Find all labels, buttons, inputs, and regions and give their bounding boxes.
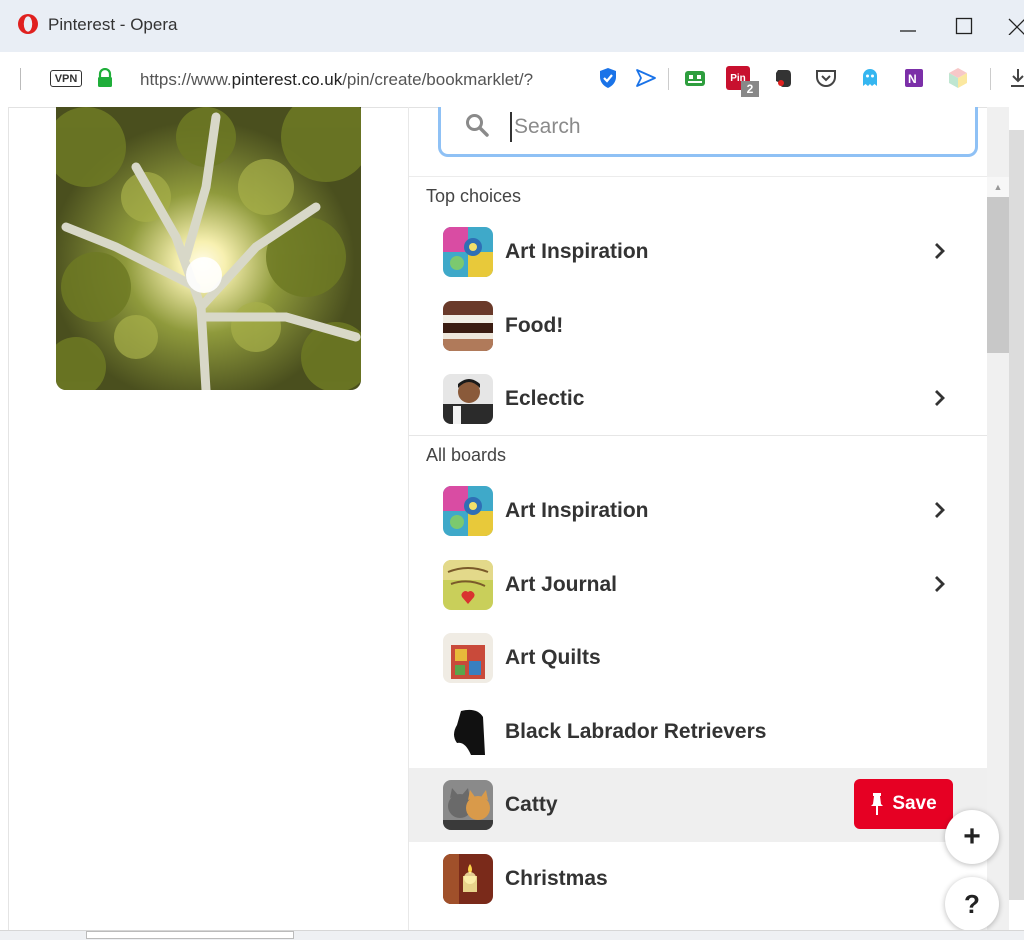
toolbar-separator bbox=[990, 68, 991, 90]
close-button[interactable] bbox=[996, 6, 1024, 46]
url-path: /pin/create/bookmarklet/? bbox=[342, 70, 534, 89]
url-prefix: https://www. bbox=[140, 70, 232, 89]
window-title: Pinterest - Opera bbox=[48, 15, 178, 34]
board-thumbnail bbox=[443, 854, 493, 904]
board-row-eclectic[interactable]: Eclectic bbox=[409, 362, 987, 436]
minimize-button[interactable] bbox=[888, 6, 928, 46]
board-row-black-labrador-retrievers[interactable]: Black Labrador Retrievers bbox=[409, 695, 987, 769]
board-thumbnail bbox=[443, 560, 493, 610]
scroll-up-arrow-icon[interactable]: ▲ bbox=[987, 177, 1009, 197]
onenote-icon[interactable]: N bbox=[902, 66, 926, 90]
window-left-edge bbox=[0, 107, 9, 939]
download-icon[interactable] bbox=[1008, 66, 1024, 90]
board-list-scroll-thumb[interactable] bbox=[987, 197, 1009, 353]
robot-extension-icon[interactable] bbox=[683, 66, 707, 90]
evernote-icon[interactable] bbox=[772, 66, 796, 90]
maximize-button[interactable] bbox=[944, 6, 984, 46]
board-row-art-quilts[interactable]: Art Quilts bbox=[409, 621, 987, 695]
ghostery-icon[interactable] bbox=[858, 66, 882, 90]
board-thumbnail bbox=[443, 707, 493, 757]
board-thumbnail bbox=[443, 486, 493, 536]
board-label: Art Inspiration bbox=[505, 499, 649, 522]
cube-extension-icon[interactable] bbox=[946, 66, 970, 90]
lock-icon[interactable] bbox=[96, 68, 114, 88]
page-scroll-thumb[interactable] bbox=[1009, 130, 1024, 900]
chevron-right-icon[interactable] bbox=[933, 241, 947, 261]
board-thumbnail bbox=[443, 780, 493, 830]
pushpin-icon bbox=[871, 793, 884, 815]
board-label: Catty bbox=[505, 793, 558, 816]
search-input[interactable] bbox=[510, 112, 954, 142]
opera-logo-icon[interactable] bbox=[17, 13, 39, 35]
section-label-all-boards: All boards bbox=[426, 445, 507, 465]
board-row-christmas[interactable]: Christmas bbox=[409, 842, 987, 916]
board-label: Food! bbox=[505, 314, 564, 337]
save-button[interactable]: Save bbox=[854, 779, 953, 829]
chevron-right-icon[interactable] bbox=[933, 500, 947, 520]
board-label: Art Journal bbox=[505, 573, 618, 596]
board-thumbnail bbox=[443, 227, 493, 277]
pocket-icon[interactable] bbox=[814, 66, 838, 90]
search-icon bbox=[466, 114, 489, 137]
board-label: Art Quilts bbox=[505, 646, 601, 669]
section-label-top-choices: Top choices bbox=[426, 186, 522, 206]
vpn-badge[interactable]: VPN bbox=[50, 70, 82, 87]
pin-image bbox=[56, 107, 361, 390]
url-field[interactable]: https://www.pinterest.co.uk/pin/create/b… bbox=[140, 70, 533, 90]
address-separator bbox=[20, 68, 21, 90]
save-button-label: Save bbox=[892, 793, 937, 814]
extension-badge: 2 bbox=[741, 81, 759, 97]
board-row-art-inspiration-top[interactable]: Art Inspiration bbox=[409, 215, 987, 289]
help-button[interactable]: ? bbox=[945, 877, 999, 931]
search-divider bbox=[409, 176, 987, 177]
minimize-icon bbox=[900, 30, 916, 32]
board-thumbnail bbox=[443, 301, 493, 351]
board-label: Black Labrador Retrievers bbox=[505, 720, 767, 743]
url-host: pinterest.co.uk bbox=[231, 70, 343, 89]
section-divider bbox=[409, 435, 987, 436]
board-thumbnail bbox=[443, 633, 493, 683]
toolbar-separator bbox=[668, 68, 669, 90]
chevron-right-icon[interactable] bbox=[933, 388, 947, 408]
board-row-art-journal[interactable]: Art Journal bbox=[409, 548, 987, 622]
board-thumbnail bbox=[443, 374, 493, 424]
board-row-food[interactable]: Food! bbox=[409, 289, 987, 363]
svg-text:N: N bbox=[908, 72, 917, 86]
send-icon[interactable] bbox=[634, 66, 658, 90]
board-label: Art Inspiration bbox=[505, 240, 649, 263]
shield-check-icon[interactable] bbox=[596, 66, 620, 90]
board-label: Eclectic bbox=[505, 387, 585, 410]
maximize-icon bbox=[955, 17, 973, 35]
board-label: Christmas bbox=[505, 867, 608, 890]
chevron-right-icon[interactable] bbox=[933, 574, 947, 594]
board-row-art-inspiration[interactable]: Art Inspiration bbox=[409, 474, 987, 548]
create-board-button[interactable]: + bbox=[945, 810, 999, 864]
taskbar-search-field[interactable] bbox=[86, 931, 294, 939]
close-icon bbox=[1008, 18, 1024, 35]
